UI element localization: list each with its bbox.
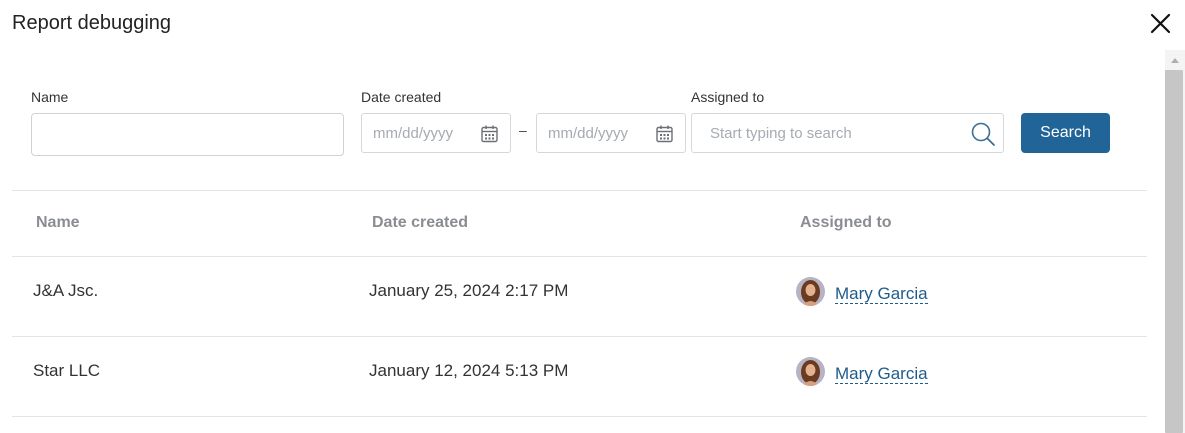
search-icon[interactable] — [970, 121, 996, 147]
row-divider — [12, 336, 1147, 337]
user-avatar — [796, 357, 825, 386]
calendar-icon[interactable] — [481, 125, 498, 143]
column-header-assigned-to[interactable]: Assigned to — [800, 214, 892, 232]
assigned-filter-label: Assigned to — [691, 89, 765, 105]
row-2-assignee-link[interactable]: Mary Garcia — [835, 364, 928, 384]
header-divider — [12, 256, 1147, 257]
row-divider — [12, 416, 1147, 417]
close-button[interactable] — [1148, 11, 1174, 37]
name-input[interactable] — [31, 113, 344, 156]
filters-divider — [12, 190, 1147, 191]
row-2-name[interactable]: Star LLC — [33, 361, 100, 381]
column-header-date-created[interactable]: Date created — [372, 214, 468, 232]
date-to-placeholder: mm/dd/yyyy — [548, 125, 629, 142]
close-icon — [1150, 13, 1171, 34]
row-1-name[interactable]: J&A Jsc. — [33, 281, 98, 301]
scrollbar-thumb[interactable] — [1165, 70, 1183, 433]
assigned-search-input[interactable]: Start typing to search — [691, 113, 1004, 153]
column-header-name[interactable]: Name — [36, 214, 80, 232]
date-from-placeholder: mm/dd/yyyy — [373, 125, 454, 142]
dialog-title: Report debugging — [12, 12, 172, 34]
search-button[interactable]: Search — [1021, 113, 1110, 153]
row-2-date: January 12, 2024 5:13 PM — [369, 361, 569, 380]
date-from-input[interactable]: mm/dd/yyyy — [361, 113, 511, 153]
date-filter-label: Date created — [361, 89, 442, 105]
row-1-assignee-link[interactable]: Mary Garcia — [835, 284, 928, 304]
vertical-scrollbar[interactable] — [1165, 50, 1185, 433]
assigned-search-placeholder: Start typing to search — [710, 125, 852, 142]
name-filter-label: Name — [31, 89, 69, 105]
row-1-date: January 25, 2024 2:17 PM — [369, 281, 569, 300]
user-avatar — [796, 277, 825, 306]
date-range-separator: – — [519, 122, 527, 138]
scroll-up-arrow-icon[interactable] — [1171, 58, 1179, 63]
calendar-icon[interactable] — [656, 125, 673, 143]
date-to-input[interactable]: mm/dd/yyyy — [536, 113, 686, 153]
